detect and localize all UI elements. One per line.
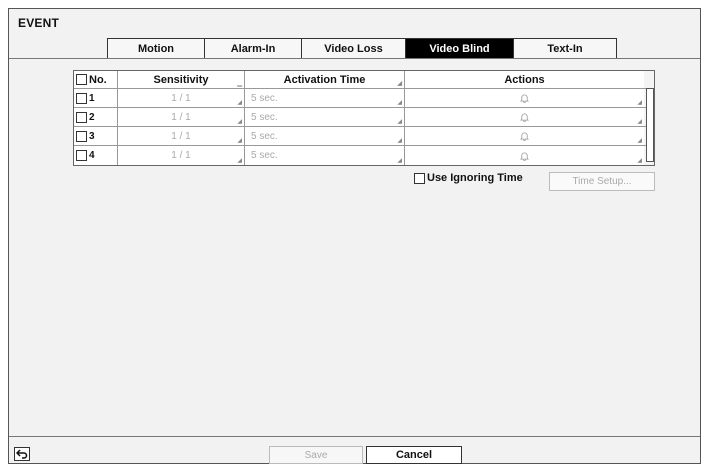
table-row[interactable]: 1 1 / 1 ◢ 5 sec. ◢ ◢: [74, 89, 654, 108]
corner-mark-icon: ◢: [637, 100, 642, 106]
table-row[interactable]: 4 1 / 1 ◢ 5 sec. ◢ ◢: [74, 146, 654, 165]
row-no-cell[interactable]: 2: [74, 108, 118, 126]
time-setup-button[interactable]: Time Setup...: [549, 172, 655, 191]
table-scrollbar[interactable]: [646, 88, 654, 162]
tab-motion[interactable]: Motion: [107, 38, 204, 59]
tab-text-in[interactable]: Text-In: [513, 38, 617, 59]
sensitivity-cell[interactable]: 1 / 1 ◢: [118, 108, 245, 126]
row-checkbox[interactable]: [76, 111, 87, 123]
table-row[interactable]: 3 1 / 1 ◢ 5 sec. ◢ ◢: [74, 127, 654, 146]
use-ignoring-time-label: Use Ignoring Time: [427, 172, 523, 184]
actions-cell[interactable]: ◢: [405, 108, 644, 126]
corner-mark-icon: ◢: [637, 138, 642, 144]
select-all-checkbox[interactable]: [76, 74, 87, 85]
corner-mark-icon: ◢: [397, 119, 402, 125]
corner-mark-icon: ◢: [637, 119, 642, 125]
header-no-label: No.: [89, 73, 107, 86]
actions-cell[interactable]: ◢: [405, 89, 644, 107]
bell-icon: [520, 132, 529, 141]
cancel-button[interactable]: Cancel: [366, 446, 462, 464]
corner-mark-icon: ◢: [237, 100, 242, 106]
activation-time-value: 5 sec.: [251, 111, 278, 123]
actions-cell[interactable]: ◢: [405, 146, 644, 165]
tab-video-loss[interactable]: Video Loss: [301, 38, 405, 59]
row-checkbox[interactable]: [76, 92, 87, 104]
header-sensitivity-label: Sensitivity: [153, 73, 209, 86]
page-title: EVENT: [18, 16, 60, 30]
tab-video-blind[interactable]: Video Blind: [405, 38, 513, 59]
corner-mark-icon: ◢: [397, 158, 402, 164]
back-arrow-icon: [16, 449, 28, 459]
corner-mark-icon: ◢: [237, 138, 242, 144]
corner-mark-icon: ◢: [237, 158, 242, 164]
row-no-cell[interactable]: 3: [74, 127, 118, 145]
use-ignoring-time-option[interactable]: Use Ignoring Time: [414, 172, 523, 184]
row-number: 1: [89, 92, 95, 104]
activation-time-cell[interactable]: 5 sec. ◢: [245, 146, 405, 165]
activation-time-cell[interactable]: 5 sec. ◢: [245, 89, 405, 107]
row-no-cell[interactable]: 4: [74, 146, 118, 165]
tab-alarm-in[interactable]: Alarm-In: [204, 38, 301, 59]
actions-cell[interactable]: ◢: [405, 127, 644, 145]
table-row[interactable]: 2 1 / 1 ◢ 5 sec. ◢ ◢: [74, 108, 654, 127]
corner-mark-icon: ◢: [637, 158, 642, 164]
row-checkbox[interactable]: [76, 130, 87, 142]
table-header: No. Sensitivity ▁ Activation Time ◢ Acti…: [74, 71, 654, 89]
sensitivity-value: 1 / 1: [171, 130, 191, 142]
activation-time-value: 5 sec.: [251, 150, 278, 161]
row-checkbox[interactable]: [76, 150, 87, 161]
activation-time-cell[interactable]: 5 sec. ◢: [245, 108, 405, 126]
sensitivity-value: 1 / 1: [171, 150, 191, 161]
header-actions-label: Actions: [504, 73, 545, 86]
bell-icon: [520, 152, 529, 161]
activation-time-cell[interactable]: 5 sec. ◢: [245, 127, 405, 145]
corner-mark-icon: ◢: [237, 119, 242, 125]
row-number: 3: [89, 130, 95, 142]
bell-icon: [520, 94, 529, 103]
corner-mark-icon: ◢: [397, 138, 402, 144]
header-sensitivity[interactable]: Sensitivity ▁: [118, 71, 245, 88]
row-number: 2: [89, 111, 95, 123]
sensitivity-cell[interactable]: 1 / 1 ◢: [118, 146, 245, 165]
header-activation-time-label: Activation Time: [283, 73, 366, 86]
use-ignoring-time-checkbox[interactable]: [414, 172, 425, 184]
header-no[interactable]: No.: [74, 71, 118, 88]
header-scroll-spacer: [644, 71, 654, 88]
bell-icon: [520, 113, 529, 122]
header-actions[interactable]: Actions: [405, 71, 644, 88]
save-button[interactable]: Save: [269, 446, 363, 464]
event-tabs: Motion Alarm-In Video Loss Video Blind T…: [107, 38, 617, 59]
sensitivity-value: 1 / 1: [171, 92, 191, 104]
row-no-cell[interactable]: 1: [74, 89, 118, 107]
back-button[interactable]: [14, 447, 30, 461]
row-number: 4: [89, 150, 95, 161]
dropdown-mark-icon[interactable]: ◢: [397, 80, 402, 87]
activation-time-value: 5 sec.: [251, 92, 278, 104]
sensitivity-cell[interactable]: 1 / 1 ◢: [118, 127, 245, 145]
dropdown-mark-icon[interactable]: ▁: [237, 80, 242, 87]
corner-mark-icon: ◢: [397, 100, 402, 106]
sensitivity-value: 1 / 1: [171, 111, 191, 123]
sensitivity-cell[interactable]: 1 / 1 ◢: [118, 89, 245, 107]
activation-time-value: 5 sec.: [251, 130, 278, 142]
header-activation-time[interactable]: Activation Time ◢: [245, 71, 405, 88]
event-table: No. Sensitivity ▁ Activation Time ◢ Acti…: [73, 70, 655, 166]
